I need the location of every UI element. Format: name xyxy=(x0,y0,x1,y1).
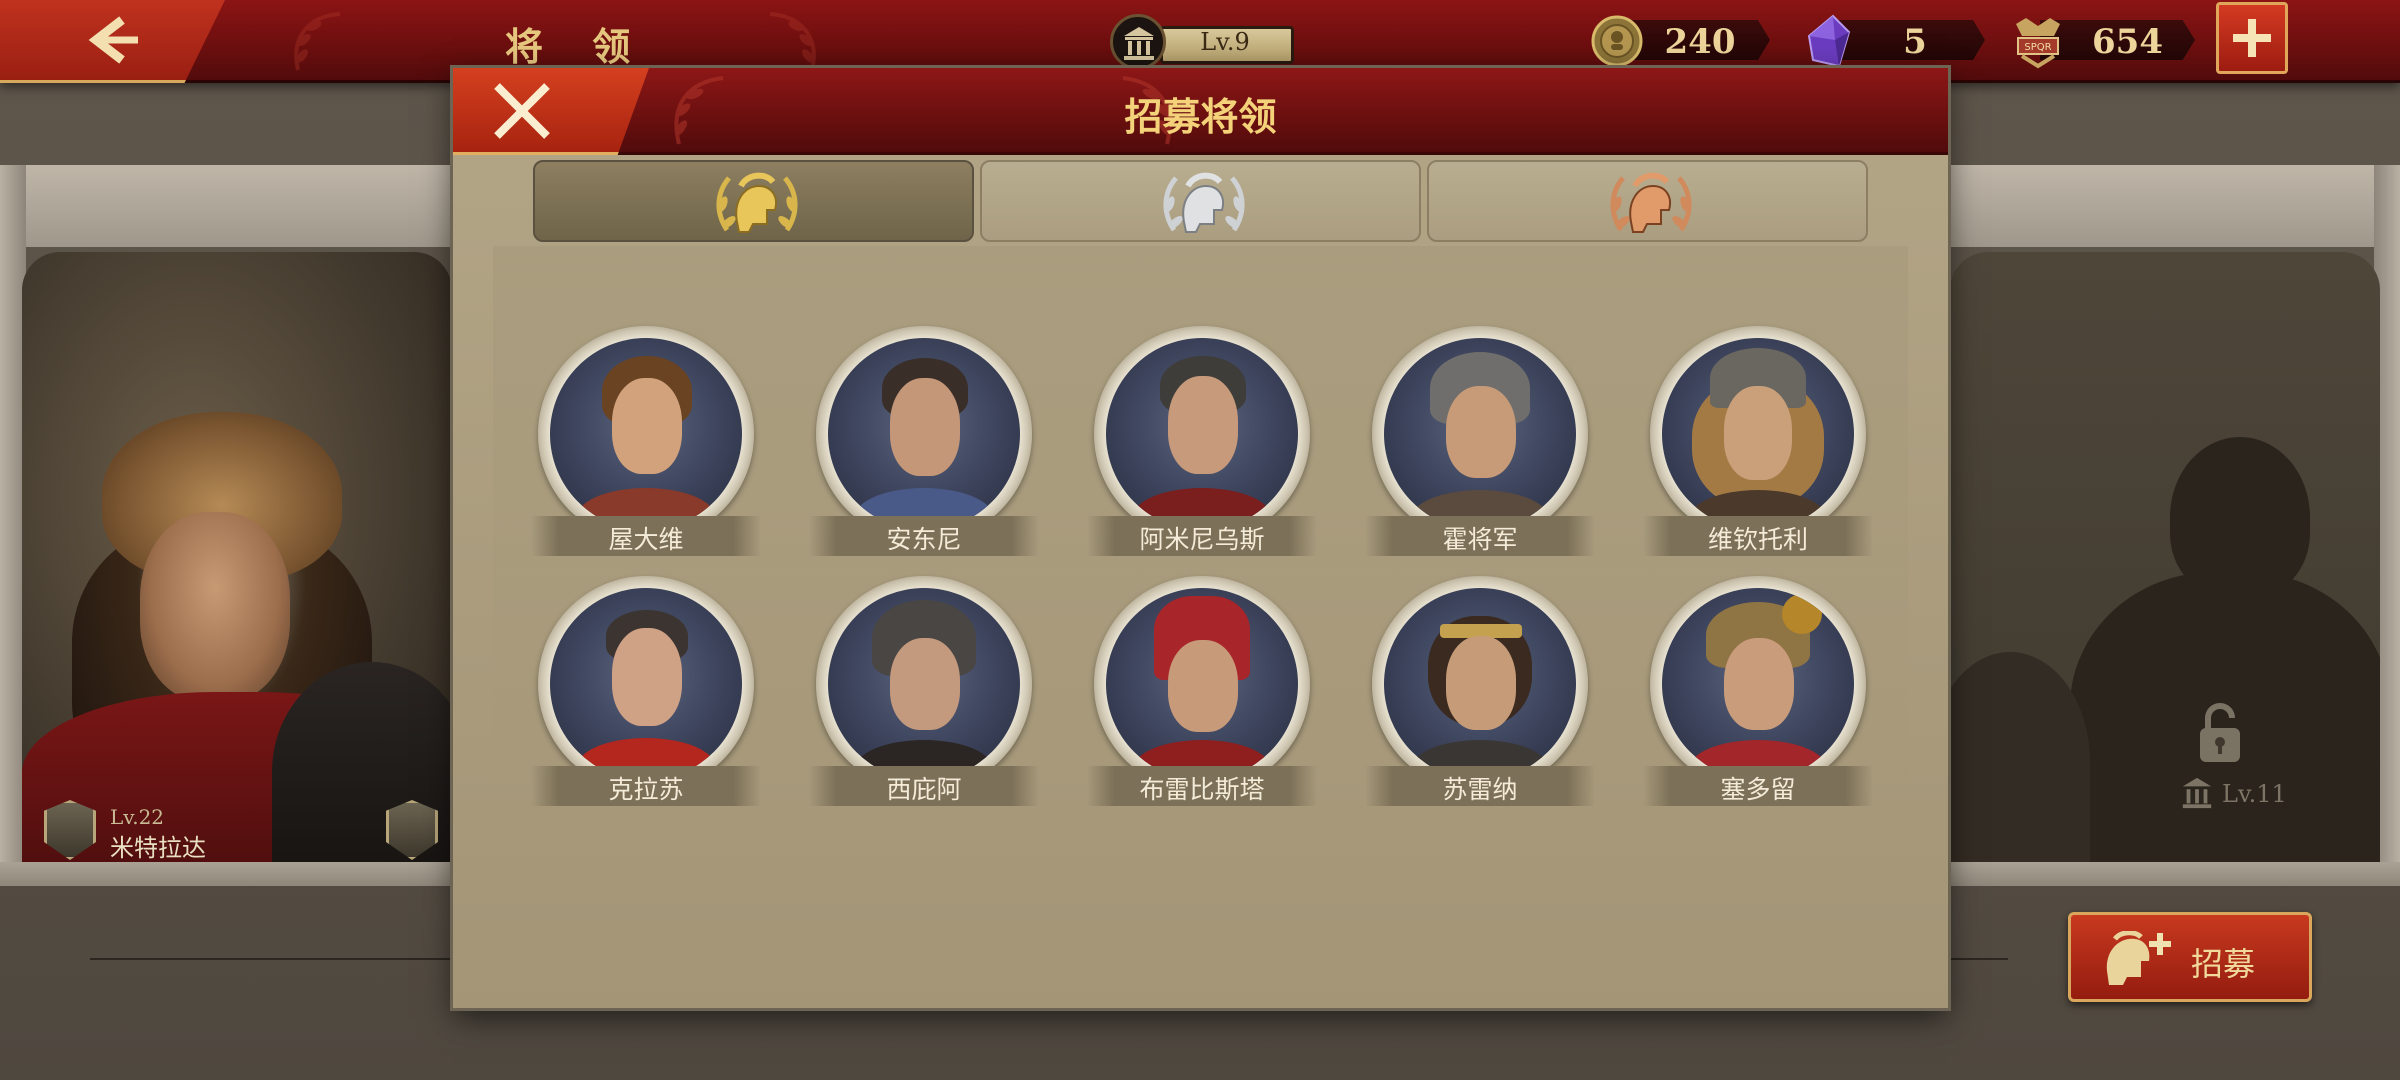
hero-name: 塞多留 xyxy=(1720,775,1796,804)
page-title: 将 领 xyxy=(505,24,649,69)
locked-general-slot[interactable] xyxy=(1950,252,2380,862)
hero-card-scipio[interactable]: 西庇阿 xyxy=(809,576,1039,806)
hero-portrait xyxy=(550,588,742,780)
hero-portrait xyxy=(550,338,742,530)
hero-name: 维钦托利 xyxy=(1707,525,1808,554)
hero-card-surena[interactable]: 苏雷纳 xyxy=(1365,576,1595,806)
recruit-general-dialog: 招募将领 屋大维 安东尼 阿米尼乌斯 霍将军 维钦托利 克拉苏 西庇阿 布雷比斯… xyxy=(453,68,1948,1008)
emblem-resource[interactable]: 654 SPQR xyxy=(2010,14,2210,69)
hero-card-antony[interactable]: 安东尼 xyxy=(809,326,1039,556)
silver-helmet-laurel-icon xyxy=(1163,172,1245,233)
purple-gem-icon xyxy=(1807,14,1851,68)
hero-name: 安东尼 xyxy=(886,525,962,554)
portrait-face xyxy=(140,512,290,702)
hero-portrait xyxy=(828,588,1020,780)
hero-card-arminius[interactable]: 阿米尼乌斯 xyxy=(1087,326,1317,556)
hero-portrait xyxy=(1106,588,1298,780)
close-icon xyxy=(494,83,550,139)
general-name: 米特拉达 xyxy=(110,834,206,862)
hero-portrait xyxy=(828,338,1020,530)
hero-name: 克拉苏 xyxy=(608,775,684,804)
dialog-title: 招募将领 xyxy=(1124,94,1277,139)
hero-card-burebista[interactable]: 布雷比斯塔 xyxy=(1087,576,1317,806)
recruit-button[interactable]: 招募 xyxy=(2068,912,2312,1002)
hero-card-octavian[interactable]: 屋大维 xyxy=(531,326,761,556)
laurel-decoration-icon xyxy=(769,12,816,71)
add-resource-button[interactable] xyxy=(2216,2,2288,74)
hero-card-sertorius[interactable]: 塞多留 xyxy=(1643,576,1873,806)
city-level-text: Lv.9 xyxy=(1200,28,1250,56)
tab-gold-tier[interactable] xyxy=(533,160,974,242)
divider xyxy=(90,958,460,960)
dialog-header: 招募将领 xyxy=(453,68,1948,155)
general-level: Lv.22 xyxy=(110,805,165,829)
hero-card-general-huo[interactable]: 霍将军 xyxy=(1365,326,1595,556)
temple-icon xyxy=(1110,14,1166,70)
silhouette-side xyxy=(1950,652,2090,862)
emblem-value: 654 xyxy=(2092,22,2163,62)
gold-helmet-laurel-icon xyxy=(716,172,798,233)
hero-portrait xyxy=(1384,338,1576,530)
hero-name: 西庇阿 xyxy=(886,775,962,804)
hero-portrait xyxy=(1662,338,1854,530)
gem-value: 5 xyxy=(1903,22,1927,62)
laurel-decoration-icon xyxy=(294,12,341,71)
city-level-indicator[interactable]: Lv.9 xyxy=(1110,14,1300,70)
hero-portrait xyxy=(1106,338,1298,530)
hero-name: 阿米尼乌斯 xyxy=(1139,525,1265,554)
gem-resource[interactable]: 5 xyxy=(1805,14,1995,68)
hero-portrait xyxy=(1662,588,1854,780)
hero-grid: 屋大维 安东尼 阿米尼乌斯 霍将军 维钦托利 克拉苏 西庇阿 布雷比斯塔 苏雷纳… xyxy=(493,246,1908,806)
coin-icon xyxy=(1591,15,1643,67)
recruit-button-label: 招募 xyxy=(2191,945,2256,983)
helmet-plus-icon xyxy=(2106,931,2171,985)
lock-icon xyxy=(2192,700,2248,770)
divider xyxy=(1948,958,2008,960)
plus-icon xyxy=(2233,19,2271,57)
hero-name: 霍将军 xyxy=(1442,525,1518,554)
hero-card-crassus[interactable]: 克拉苏 xyxy=(531,576,761,806)
hero-portrait xyxy=(1384,588,1576,780)
close-button[interactable] xyxy=(453,68,649,155)
hero-card-vercingetorix[interactable]: 维钦托利 xyxy=(1643,326,1873,556)
spqr-emblem-icon: SPQR xyxy=(2016,18,2060,69)
bronze-helmet-laurel-icon xyxy=(1610,172,1692,233)
back-button[interactable] xyxy=(0,0,225,83)
svg-text:SPQR: SPQR xyxy=(2024,42,2051,53)
general-card-mithridates[interactable] xyxy=(22,252,452,862)
back-arrow-icon xyxy=(88,16,138,64)
temple-icon xyxy=(2180,776,2214,814)
unlock-level: Lv.11 xyxy=(2222,780,2287,808)
tab-bronze-tier[interactable] xyxy=(1427,160,1868,242)
hero-name: 苏雷纳 xyxy=(1442,775,1518,804)
tier-tabs xyxy=(533,160,1868,242)
hero-name: 屋大维 xyxy=(608,525,684,554)
tab-silver-tier[interactable] xyxy=(980,160,1421,242)
coin-value: 240 xyxy=(1664,22,1736,62)
hero-name: 布雷比斯塔 xyxy=(1139,775,1265,804)
coin-resource[interactable]: 240 xyxy=(1590,14,1780,67)
